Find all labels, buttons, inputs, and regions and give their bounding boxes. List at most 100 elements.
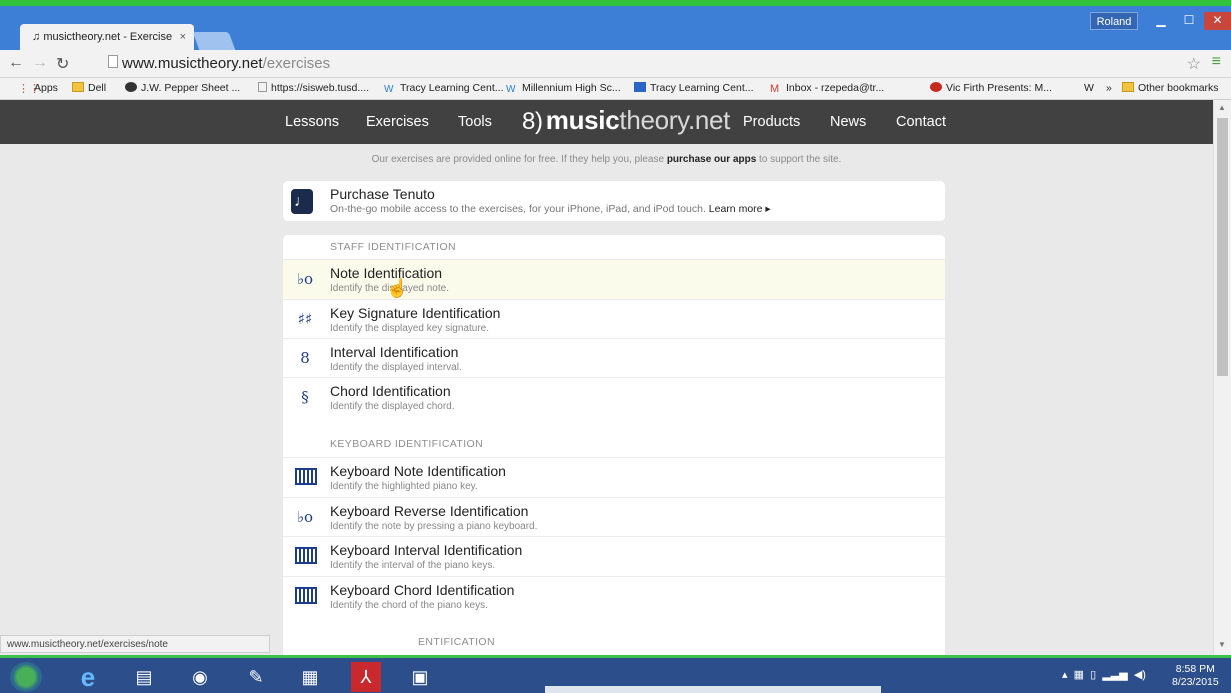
tenuto-title: Purchase Tenuto	[330, 186, 435, 202]
page-scrollbar[interactable]: ▲ ▼	[1213, 100, 1231, 655]
status-bubble: www.musictheory.net/exercises/note	[0, 635, 270, 653]
scroll-down-icon[interactable]: ▼	[1218, 640, 1226, 649]
minimize-icon[interactable]: ▁	[1148, 12, 1174, 30]
exercise-keyboard-chord[interactable]: Keyboard Chord Identification Identify t…	[283, 576, 945, 616]
system-tray: ▴ ▦ ▯ ▂▃▅ ◀)	[1062, 668, 1146, 681]
nav-tools[interactable]: Tools	[458, 114, 492, 130]
address-bar[interactable]: www.musictheory.net/exercises	[104, 53, 1199, 75]
keyboard-icon	[295, 587, 317, 604]
taskbar: e ▤ ◉ ✎ ▦ ⅄ ▣ ▴ ▦ ▯ ▂▃▅ ◀) 8:58 PM 8/23/…	[0, 655, 1231, 693]
url-path: /exercises	[262, 55, 331, 72]
chrome-menu-icon[interactable]: ≡	[1212, 53, 1221, 71]
volume-icon[interactable]: ◀)	[1131, 669, 1146, 681]
tray-expand-icon[interactable]: ▴	[1062, 669, 1068, 681]
bookmark-inbox[interactable]: M Inbox - rzepeda@tr...	[770, 82, 884, 95]
promo-text: Our exercises are provided online for fr…	[371, 154, 842, 165]
exercise-list: STAFF IDENTIFICATION ♭o Note Identificat…	[283, 235, 945, 655]
folder-icon	[72, 82, 84, 92]
section-heading-partial: ENTIFICATION	[418, 636, 495, 648]
calendar-icon	[634, 82, 646, 92]
bookmark-millennium[interactable]: W Millennium High Sc...	[506, 82, 621, 95]
tab-close-icon[interactable]: ×	[180, 31, 186, 43]
browser-tab[interactable]: ♫ musictheory.net - Exercise ×	[20, 24, 194, 52]
nav-contact[interactable]: Contact	[896, 114, 946, 130]
exercise-note-identification[interactable]: ♭o Note Identification Identify the disp…	[283, 259, 945, 299]
url-host: www.musictheory.net	[122, 55, 263, 72]
new-tab-button[interactable]	[192, 32, 236, 50]
chrome-icon[interactable]: ◉	[180, 662, 220, 692]
logo-mark-icon: 8)	[522, 108, 543, 135]
maximize-icon[interactable]: ☐	[1176, 12, 1202, 30]
site-logo[interactable]: 8) musictheory.net	[522, 105, 730, 136]
page-viewport: Lessons Exercises Tools 8) musictheory.ne…	[0, 100, 1213, 655]
tenuto-card[interactable]: ♩ Purchase Tenuto On-the-go mobile acces…	[283, 181, 945, 221]
network-icon[interactable]: ▦	[1071, 669, 1084, 681]
nav-products[interactable]: Products	[743, 114, 800, 130]
signal-icon[interactable]: ▂▃▅	[1099, 669, 1127, 681]
interval-icon: 8	[300, 349, 310, 367]
system-clock[interactable]: 8:58 PM 8/23/2015	[1172, 663, 1219, 689]
sharps-icon: ♯♯	[297, 310, 313, 328]
clock-time: 8:58 PM	[1175, 663, 1215, 675]
taskbar-preview	[545, 686, 881, 693]
paint-icon[interactable]: ✎	[236, 662, 276, 692]
bookmark-star-icon[interactable]: ☆	[1187, 54, 1201, 74]
nav-lessons[interactable]: Lessons	[285, 114, 339, 130]
hand-cursor-icon: ☝	[386, 278, 409, 298]
app-window-icon[interactable]: ▣	[400, 662, 440, 692]
pepper-icon	[125, 82, 137, 92]
nav-exercises[interactable]: Exercises	[366, 114, 429, 130]
exercise-chord[interactable]: § Chord Identification Identify the disp…	[283, 377, 945, 417]
exercise-keyboard-note[interactable]: Keyboard Note Identification Identify th…	[283, 457, 945, 497]
scroll-up-icon[interactable]: ▲	[1218, 103, 1226, 112]
tab-title: musictheory.net - Exercise	[43, 31, 173, 43]
section-heading: STAFF IDENTIFICATION	[330, 241, 457, 253]
bookmark-tracy-learning-1[interactable]: W Tracy Learning Cent...	[384, 82, 504, 95]
clock-date: 8/23/2015	[1172, 676, 1219, 688]
battery-icon[interactable]: ▯	[1087, 669, 1096, 681]
tenuto-desc: On-the-go mobile access to the exercises…	[330, 203, 771, 215]
reload-icon[interactable]: ↻	[56, 54, 69, 74]
internet-explorer-icon[interactable]: e	[68, 662, 108, 692]
bookmark-apps[interactable]: ⋮⋮Apps	[18, 82, 58, 95]
exercise-key-signature[interactable]: ♯♯ Key Signature Identification Identify…	[283, 299, 945, 339]
exercise-interval[interactable]: 8 Interval Identification Identify the d…	[283, 338, 945, 378]
bookmark-jwpepper[interactable]: J.W. Pepper Sheet ...	[125, 82, 240, 94]
exercise-keyboard-interval[interactable]: Keyboard Interval Identification Identif…	[283, 536, 945, 576]
bookmark-tracy-learning-2[interactable]: Tracy Learning Cent...	[634, 82, 754, 94]
folder-icon	[1122, 82, 1134, 92]
exercise-keyboard-reverse[interactable]: ♭o Keyboard Reverse Identification Ident…	[283, 497, 945, 537]
w-logo-icon[interactable]: W	[1084, 82, 1094, 94]
bookmark-sisweb[interactable]: https://sisweb.tusd....	[258, 82, 369, 94]
scroll-thumb[interactable]	[1217, 118, 1228, 376]
keyboard-icon	[295, 468, 317, 485]
browser-titlebar: ♫ musictheory.net - Exercise × Roland ▁ …	[0, 0, 1231, 52]
document-icon[interactable]: ▦	[290, 662, 330, 692]
bookmark-other[interactable]: Other bookmarks	[1122, 82, 1219, 94]
bookmark-dell[interactable]: Dell	[72, 82, 106, 94]
learn-more-link[interactable]: Learn more ▸	[709, 203, 771, 215]
nav-news[interactable]: News	[830, 114, 866, 130]
keyboard-icon	[295, 547, 317, 564]
flat-note-icon: ♭o	[296, 508, 314, 526]
gmail-icon: M	[770, 83, 780, 95]
bookmark-vic-firth[interactable]: Vic Firth Presents: M...	[930, 82, 1052, 94]
close-window-icon[interactable]: ✕	[1204, 12, 1231, 30]
site-nav: Lessons Exercises Tools 8) musictheory.ne…	[0, 100, 1213, 144]
tenuto-app-icon: ♩	[291, 189, 313, 214]
w-logo-icon: W	[506, 84, 516, 95]
section-heading: KEYBOARD IDENTIFICATION	[330, 438, 484, 450]
chord-icon: §	[301, 388, 309, 406]
bookmarks-bar: ⋮⋮Apps Dell J.W. Pepper Sheet ... https:…	[0, 78, 1231, 100]
file-explorer-icon[interactable]: ▤	[124, 662, 164, 692]
back-arrow-icon[interactable]: ←	[8, 54, 24, 72]
tab-favicon: ♫	[32, 31, 44, 43]
forward-arrow-icon[interactable]: →	[32, 54, 48, 72]
purchase-apps-link[interactable]: purchase our apps	[667, 154, 756, 165]
acrobat-icon[interactable]: ⅄	[351, 662, 381, 692]
bookmarks-overflow-button[interactable]: »	[1106, 82, 1112, 94]
browser-toolbar: ← → ↻ www.musictheory.net/exercises ☆ ≡	[0, 50, 1231, 78]
profile-button[interactable]: Roland	[1090, 12, 1138, 30]
vic-firth-icon	[930, 82, 942, 92]
start-button[interactable]	[10, 662, 42, 692]
